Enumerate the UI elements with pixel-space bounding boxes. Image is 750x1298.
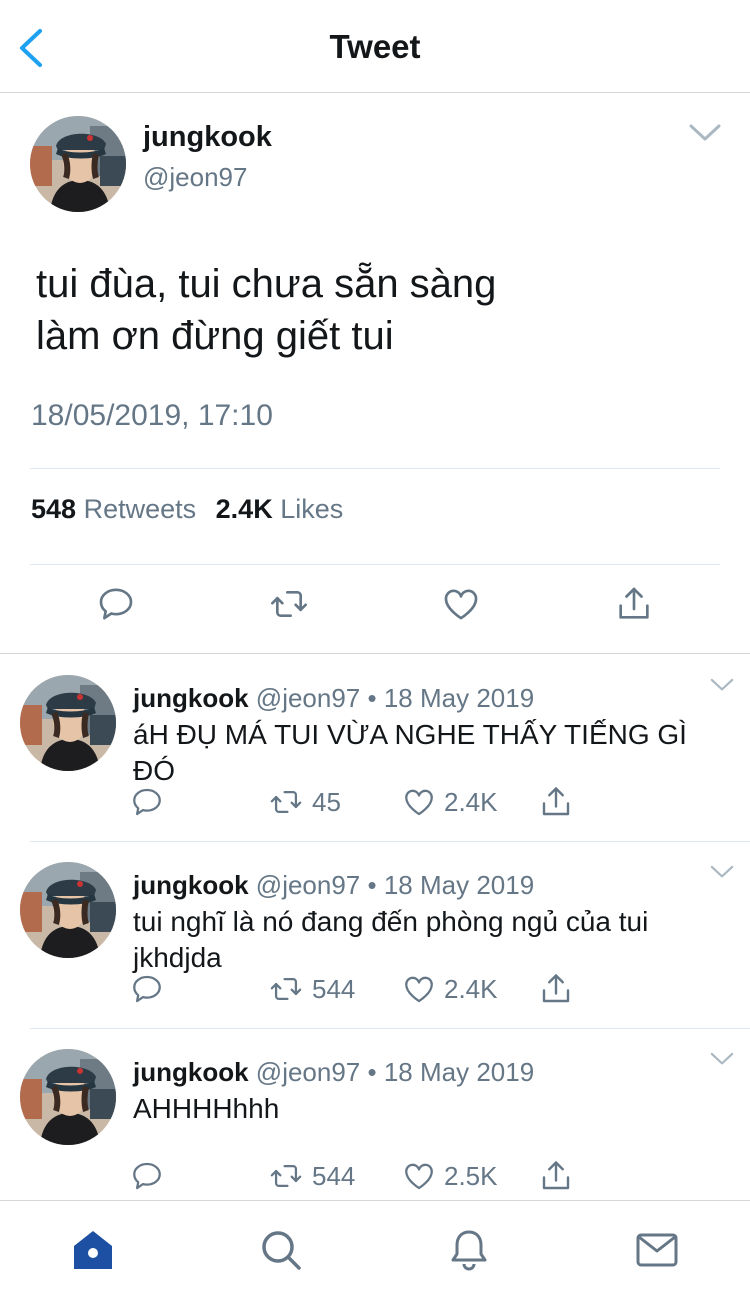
reply-text: áH ĐỤ MÁ TUI VỪA NGHE THẤY TIẾNG GÌ ĐÓ [133,719,687,786]
reply-button[interactable] [130,785,164,819]
tweet-text: tui đùa, tui chưa sẵn sàng làm ơn đừng g… [36,262,497,358]
tweet-timestamp: 18/05/2019, 17:10 [31,399,273,432]
bottom-tab-bar [0,1200,750,1298]
reply-actions: 544 2.4K [130,972,610,1008]
chevron-down-icon[interactable] [688,122,722,144]
retweet-icon [268,972,304,1006]
share-icon [538,971,574,1007]
retweet-icon[interactable] [269,584,309,624]
reply-icon [130,972,164,1006]
share-icon[interactable] [614,584,654,624]
author-handle[interactable]: @jeon97 [256,683,360,713]
reply-icon[interactable] [96,584,136,624]
retweet-button[interactable]: 544 [268,972,355,1006]
separator-dot: • [367,870,384,900]
avatar[interactable] [20,1049,116,1145]
like-count: 2.5K [444,1160,498,1191]
likes-label[interactable]: Likes [280,494,343,524]
reply-header: jungkook @jeon97 • 18 May 2019 [133,683,534,714]
separator-dot: • [367,683,384,713]
chevron-down-icon[interactable] [708,864,736,880]
retweets-label[interactable]: Retweets [84,494,197,524]
reply-actions: 45 2.4K [130,785,610,821]
avatar[interactable] [20,675,116,771]
reply-date: 18 May 2019 [383,870,535,900]
bell-icon[interactable] [446,1227,492,1273]
reply-date: 18 May 2019 [383,1057,535,1087]
main-tweet: jungkook @jeon97 tui đùa, tui chưa sẵn s… [0,94,750,654]
tweet-stats: 548 Retweets 2.4K Likes [31,494,355,525]
separator-dot: • [367,1057,384,1087]
heart-icon [402,785,436,819]
reply-button[interactable] [130,1159,164,1193]
reply-icon [130,785,164,819]
share-icon [538,1158,574,1194]
retweet-icon [268,785,304,819]
author-name[interactable]: jungkook [143,121,272,154]
heart-icon [402,972,436,1006]
divider [30,564,720,565]
heart-icon [402,1159,436,1193]
share-icon [538,784,574,820]
reply-text: AHHHHhhh [133,1093,280,1124]
share-button[interactable] [538,972,574,1006]
like-button[interactable]: 2.4K [402,785,498,819]
reply-text: tui nghĩ là nó đang đến phòng ngủ của tu… [133,906,649,973]
home-icon[interactable] [70,1227,116,1273]
retweet-count: 544 [312,973,356,1004]
top-nav-bar: Tweet [0,0,750,93]
avatar[interactable] [20,862,116,958]
like-button[interactable]: 2.5K [402,1159,498,1193]
like-count: 2.4K [444,786,498,817]
author-handle[interactable]: @jeon97 [143,162,247,193]
reply-icon [130,1159,164,1193]
reply-tweet[interactable]: jungkook @jeon97 • 18 May 2019 áH ĐỤ MÁ … [0,655,750,842]
chevron-down-icon[interactable] [708,677,736,693]
page-title: Tweet [329,28,421,65]
retweet-count: 45 [312,786,341,817]
retweet-count: 544 [312,1160,356,1191]
like-button[interactable]: 2.4K [402,972,498,1006]
reply-date: 18 May 2019 [383,683,535,713]
tweet-actions [0,584,750,634]
author-handle[interactable]: @jeon97 [256,1057,360,1087]
reply-tweet[interactable]: jungkook @jeon97 • 18 May 2019 AHHHHhhh … [0,1029,750,1200]
share-button[interactable] [538,785,574,819]
retweet-button[interactable]: 544 [268,1159,355,1193]
author-name[interactable]: jungkook [133,870,249,900]
reply-header: jungkook @jeon97 • 18 May 2019 [133,870,534,901]
avatar[interactable] [30,116,126,212]
author-name[interactable]: jungkook [133,1057,249,1087]
author-handle[interactable]: @jeon97 [256,870,360,900]
reply-header: jungkook @jeon97 • 18 May 2019 [133,1057,534,1088]
reply-actions: 544 2.5K [130,1159,610,1195]
retweets-count[interactable]: 548 [31,494,76,524]
reply-button[interactable] [130,972,164,1006]
heart-icon[interactable] [441,584,481,624]
chevron-down-icon[interactable] [708,1051,736,1067]
share-button[interactable] [538,1159,574,1193]
retweet-icon [268,1159,304,1193]
mail-icon[interactable] [634,1227,680,1273]
likes-count[interactable]: 2.4K [216,494,273,524]
search-icon[interactable] [258,1227,304,1273]
author-name[interactable]: jungkook [133,683,249,713]
like-count: 2.4K [444,973,498,1004]
retweet-button[interactable]: 45 [268,785,341,819]
divider [30,468,720,469]
reply-tweet[interactable]: jungkook @jeon97 • 18 May 2019 tui nghĩ … [0,842,750,1029]
